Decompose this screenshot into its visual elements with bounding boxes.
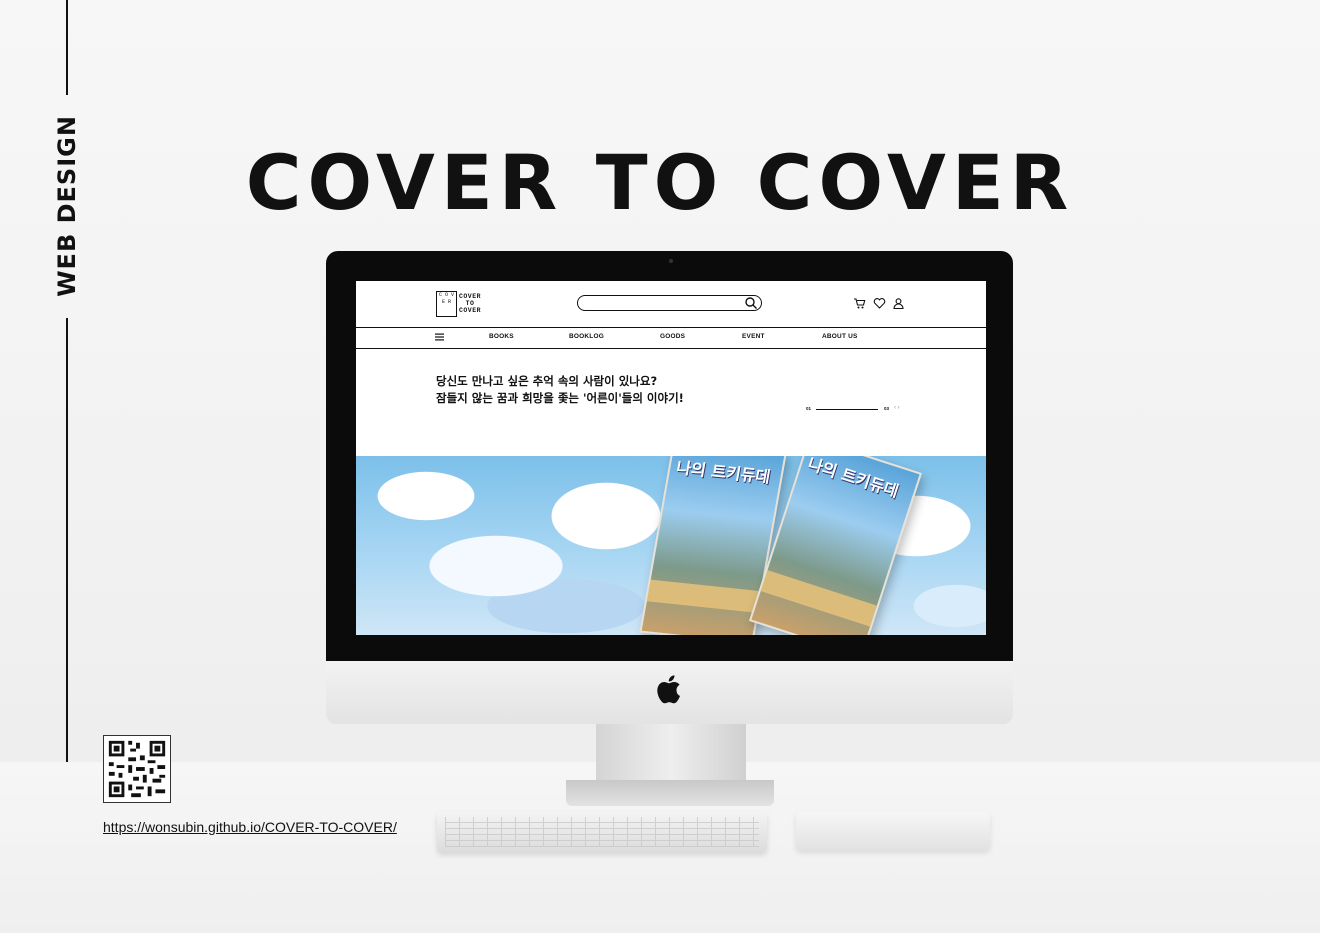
logo-mark: C O V E R bbox=[436, 291, 457, 317]
keyboard bbox=[437, 812, 767, 852]
hero-copy: 당신도 만나고 싶은 추억 속의 사람이 있나요? 잠들지 않는 꿈과 희망을 … bbox=[436, 373, 684, 407]
pager-arrows[interactable]: ‹ › bbox=[894, 405, 900, 411]
nav-item-goods[interactable]: GOODS bbox=[660, 333, 685, 340]
book-band bbox=[646, 579, 761, 613]
chevron-right-icon[interactable]: › bbox=[898, 405, 900, 411]
logo-wordmark: COVER TO COVER bbox=[459, 293, 482, 314]
project-url-link[interactable]: https://wonsubin.github.io/COVER-TO-COVE… bbox=[103, 819, 397, 835]
divider-line-top bbox=[66, 0, 68, 95]
site-header: C O V E R COVER TO COVER bbox=[356, 281, 986, 327]
search-input[interactable] bbox=[586, 299, 740, 314]
monitor-stand bbox=[596, 724, 746, 782]
book-band bbox=[760, 570, 877, 627]
qr-code-icon[interactable] bbox=[103, 735, 171, 803]
search-icon[interactable] bbox=[744, 296, 758, 310]
nav-item-books[interactable]: BOOKS bbox=[489, 333, 514, 340]
hero-banner: 나의 트키듀데 나의 트키듀데 bbox=[356, 456, 986, 635]
user-icon[interactable] bbox=[892, 297, 905, 310]
website-screen: C O V E R COVER TO COVER BOOKS BOOKLOG G… bbox=[356, 281, 986, 635]
menu-icon[interactable] bbox=[435, 333, 444, 341]
hero-line-2: 잠들지 않는 꿈과 희망을 좇는 '어른이'들의 이야기! bbox=[436, 391, 684, 405]
nav-item-booklog[interactable]: BOOKLOG bbox=[569, 333, 604, 340]
book-title: 나의 트키듀데 bbox=[674, 458, 772, 487]
trackpad bbox=[796, 812, 990, 850]
heart-icon[interactable] bbox=[873, 297, 886, 310]
main-nav: BOOKS BOOKLOG GOODS EVENT ABOUT US bbox=[356, 327, 986, 349]
nav-item-event[interactable]: EVENT bbox=[742, 333, 765, 340]
apple-logo-icon bbox=[657, 675, 680, 704]
chevron-left-icon[interactable]: ‹ bbox=[894, 405, 896, 411]
camera-icon bbox=[669, 259, 673, 263]
header-icons bbox=[853, 297, 909, 311]
site-logo[interactable]: C O V E R COVER TO COVER bbox=[436, 291, 496, 317]
pager-current: 01 bbox=[806, 406, 812, 411]
page-title: COVER TO COVER bbox=[245, 138, 1075, 227]
slide-pager: 01 03 ‹ › bbox=[806, 405, 916, 415]
pager-total: 03 bbox=[884, 406, 890, 411]
pager-progress bbox=[816, 409, 878, 410]
search-bar[interactable] bbox=[577, 295, 762, 314]
hero-line-1: 당신도 만나고 싶은 추억 속의 사람이 있나요? bbox=[436, 374, 658, 388]
nav-item-about-us[interactable]: ABOUT US bbox=[822, 333, 858, 340]
cart-icon[interactable] bbox=[853, 297, 866, 310]
book-title: 나의 트키듀데 bbox=[805, 456, 901, 502]
monitor-stand-base bbox=[566, 780, 774, 806]
